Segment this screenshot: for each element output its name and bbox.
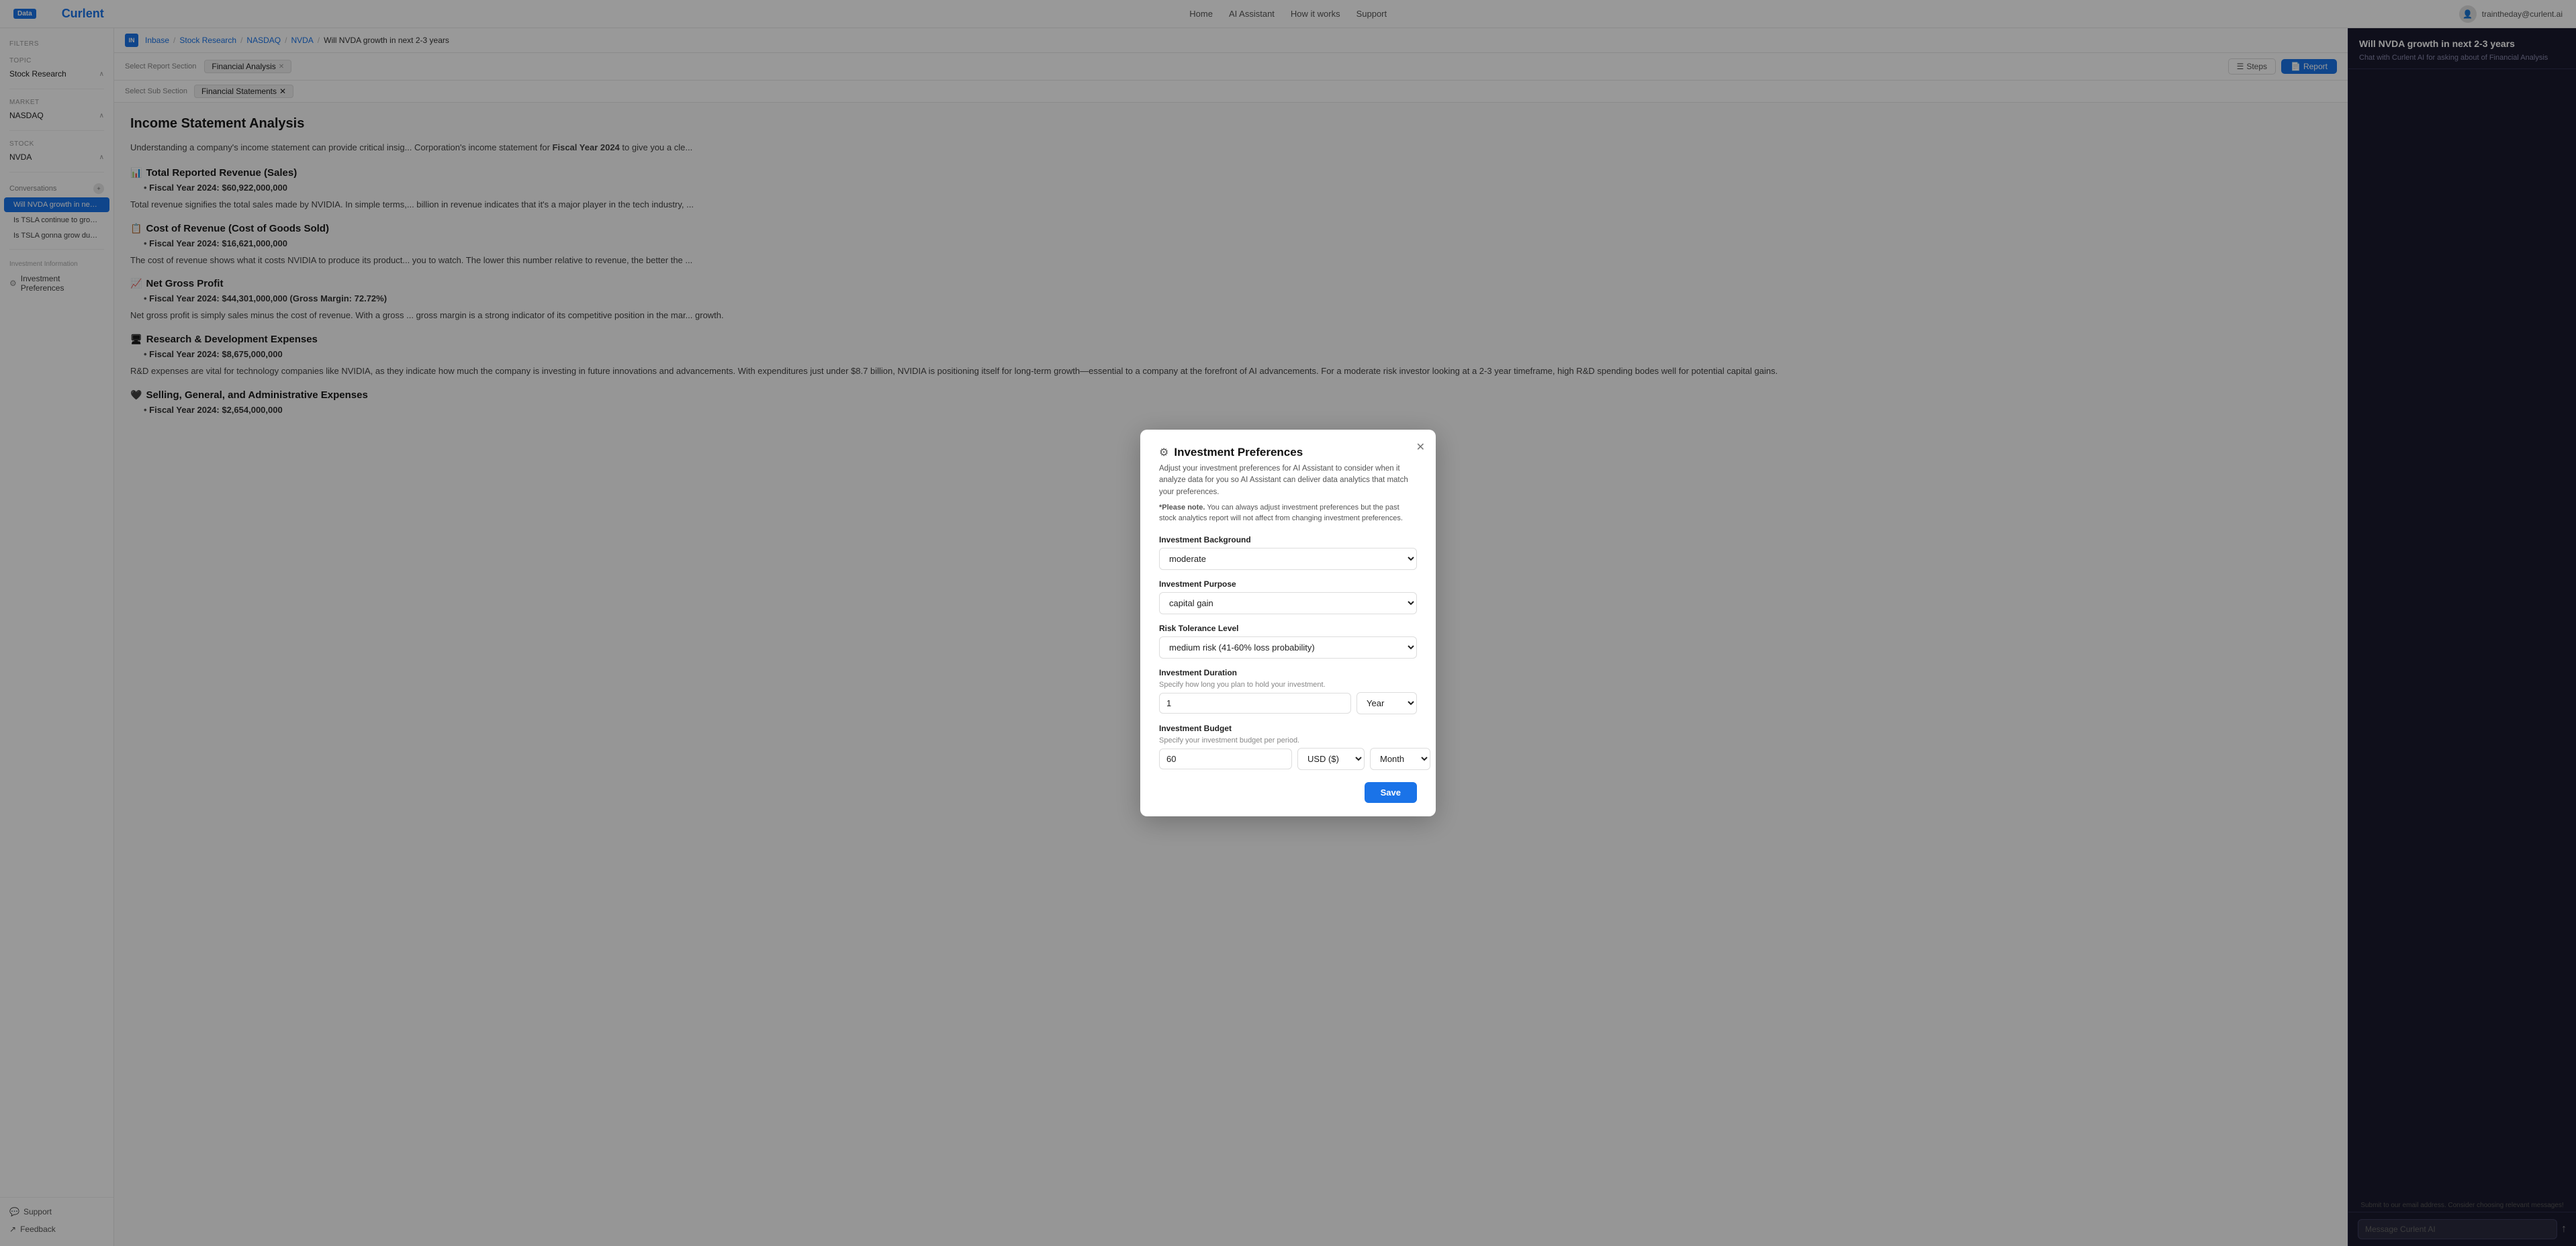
budget-currency-select[interactable]: USD ($) EUR (€) GBP (£) JPY (¥) (1297, 748, 1365, 770)
duration-input[interactable] (1159, 693, 1351, 714)
risk-label: Risk Tolerance Level (1159, 624, 1417, 633)
investment-purpose-group: Investment Purpose capital gain dividend… (1159, 579, 1417, 614)
duration-row: Day Week Month Year (1159, 692, 1417, 714)
investment-background-group: Investment Background moderate beginner … (1159, 535, 1417, 570)
budget-input[interactable] (1159, 749, 1292, 769)
duration-unit-select[interactable]: Day Week Month Year (1356, 692, 1417, 714)
modal-note: *Please note. You can always adjust inve… (1159, 502, 1417, 524)
modal-header: ⚙ Investment Preferences (1159, 446, 1417, 459)
duration-sublabel: Specify how long you plan to hold your i… (1159, 681, 1417, 689)
background-select[interactable]: moderate beginner advanced expert (1159, 548, 1417, 570)
save-button[interactable]: Save (1365, 782, 1417, 803)
modal-close-button[interactable]: ✕ (1416, 440, 1425, 454)
purpose-label: Investment Purpose (1159, 579, 1417, 589)
risk-tolerance-group: Risk Tolerance Level low risk (0-20% los… (1159, 624, 1417, 659)
duration-label: Investment Duration (1159, 668, 1417, 677)
investment-duration-group: Investment Duration Specify how long you… (1159, 668, 1417, 714)
purpose-select[interactable]: capital gain dividend income growth valu… (1159, 592, 1417, 614)
investment-budget-group: Investment Budget Specify your investmen… (1159, 724, 1417, 770)
modal-title: Investment Preferences (1174, 446, 1303, 459)
modal-desc: Adjust your investment preferences for A… (1159, 463, 1417, 498)
budget-label: Investment Budget (1159, 724, 1417, 733)
modal-overlay[interactable]: ✕ ⚙ Investment Preferences Adjust your i… (0, 0, 2576, 1246)
budget-sublabel: Specify your investment budget per perio… (1159, 736, 1417, 745)
background-label: Investment Background (1159, 535, 1417, 544)
budget-row: USD ($) EUR (€) GBP (£) JPY (¥) Day Week… (1159, 748, 1417, 770)
risk-select[interactable]: low risk (0-20% loss probability) medium… (1159, 636, 1417, 659)
modal-gear-icon: ⚙ (1159, 446, 1168, 459)
modal-footer: Save (1159, 782, 1417, 803)
budget-period-select[interactable]: Day Week Month Year (1370, 748, 1430, 770)
investment-preferences-modal: ✕ ⚙ Investment Preferences Adjust your i… (1140, 430, 1436, 816)
